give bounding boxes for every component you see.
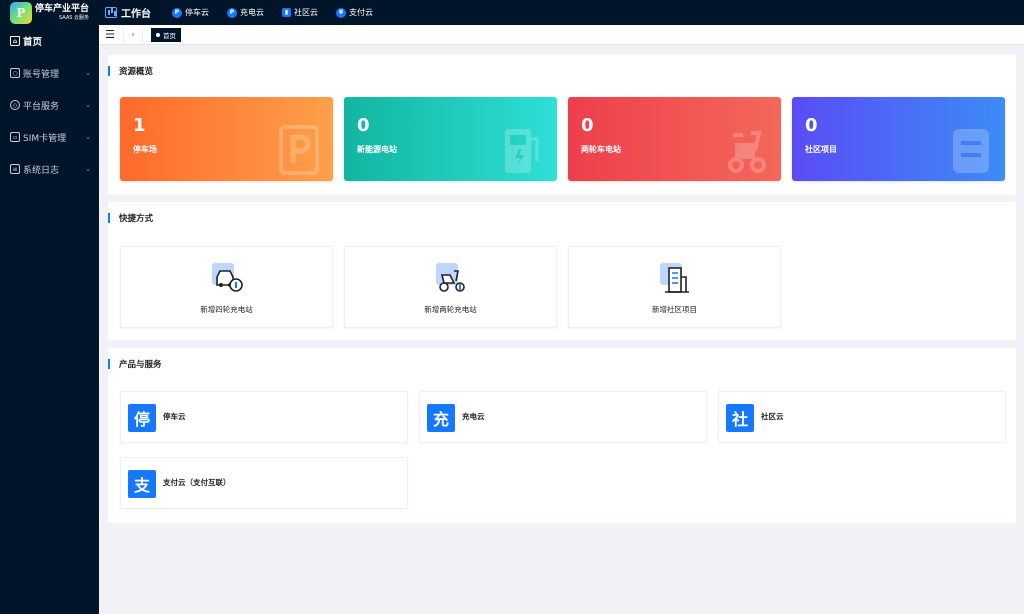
product-community-cloud[interactable]: 社 社区云: [718, 391, 1006, 443]
car-charging-icon: [212, 263, 243, 292]
stat-label: 新能源电站: [357, 145, 397, 154]
logo-text: 停车产业平台 SAAS 云服务: [35, 3, 90, 21]
community-building-icon: [953, 129, 989, 173]
product-label: 停车云: [163, 412, 186, 421]
payment-icon: ¥: [336, 7, 346, 18]
topnav-label: 社区云: [294, 8, 318, 17]
shortcut-label: 新增两轮充电站: [424, 305, 477, 314]
dashboard-icon: [105, 7, 117, 18]
shortcut-add-community[interactable]: 新增社区项目: [568, 246, 781, 328]
sidebar-item-label: 账号管理: [23, 69, 60, 80]
chevron-down-icon: ⌄: [85, 165, 91, 173]
topnav-label: 充电云: [240, 8, 264, 17]
sidebar-item-label: 平台服务: [23, 101, 60, 112]
shortcut-label: 新增四轮充电站: [200, 305, 253, 314]
sidebar-item-label: 系统日志: [23, 165, 60, 176]
building-icon: [660, 263, 689, 293]
account-icon: ○: [10, 68, 20, 78]
stat-value: 1: [133, 115, 146, 136]
panel-title: 产品与服务: [108, 359, 162, 370]
product-parking-cloud[interactable]: 停 停车云: [120, 391, 408, 443]
resource-overview-panel: 资源概览 1 停车场 0 新能源电站 0 两轮车电站 0 社区项目: [108, 55, 1016, 195]
parking-icon: P: [172, 7, 182, 18]
stat-value: 0: [805, 115, 818, 136]
home-icon: ⌂: [10, 36, 20, 46]
products-panel: 产品与服务 停 停车云 充 充电云 社 社区云 支 支付云（支付互联）: [108, 348, 1016, 523]
product-label: 社区云: [761, 412, 784, 421]
app-logo[interactable]: P 停车产业平台 SAAS 云服务: [0, 0, 99, 25]
stat-card-community[interactable]: 0 社区项目: [792, 97, 1005, 181]
sidebar-item-label: 首页: [23, 37, 43, 48]
stat-label: 社区项目: [805, 145, 837, 154]
app-subtitle: SAAS 云服务: [59, 14, 90, 21]
topnav-item-charging[interactable]: P 充电云: [218, 0, 273, 25]
product-badge-icon: 支: [128, 470, 156, 498]
sidebar-item-log[interactable]: ≡ 系统日志 ⌄: [0, 153, 99, 185]
product-badge-icon: 停: [128, 404, 156, 432]
community-icon: ▮: [282, 8, 291, 17]
tab-label: 首页: [163, 31, 176, 40]
product-payment-cloud[interactable]: 支 支付云（支付互联）: [120, 457, 408, 509]
charging-station-icon: [505, 129, 539, 173]
stat-label: 停车场: [133, 145, 157, 154]
panel-title: 资源概览: [108, 66, 153, 77]
chevron-down-icon: ⌄: [85, 133, 91, 141]
sidebar-item-sim[interactable]: ▫ SIM卡管理 ⌄: [0, 121, 99, 153]
topnav-label: 停车云: [185, 8, 209, 17]
chevron-down-icon: ⌄: [85, 69, 91, 77]
sidebar-item-label: SIM卡管理: [23, 133, 67, 144]
top-bar: P 停车产业平台 SAAS 云服务 工作台 P 停车云 P 充电云 ▮ 社区云 …: [0, 0, 1024, 25]
stat-card-ev-station[interactable]: 0 新能源电站: [344, 97, 557, 181]
sidebar: ⌂ 首页 ○ 账号管理 ⌄ ◇ 平台服务 ⌄ ▫ SIM卡管理 ⌄ ≡ 系统日志…: [0, 25, 99, 614]
product-charging-cloud[interactable]: 充 充电云: [419, 391, 707, 443]
chevron-down-icon: ⌄: [85, 101, 91, 109]
back-arrow-icon[interactable]: ‹: [123, 25, 143, 44]
shortcut-label: 新增社区项目: [652, 305, 697, 314]
shortcuts-panel: 快捷方式 新增四轮充电站 新增两轮充电站 新增社区项目: [108, 202, 1016, 340]
sidebar-item-account[interactable]: ○ 账号管理 ⌄: [0, 57, 99, 89]
tab-home[interactable]: 首页: [151, 27, 181, 42]
stat-value: 0: [357, 115, 370, 136]
charging-icon: P: [227, 7, 237, 18]
stat-value: 0: [581, 115, 594, 136]
topnav-item-workbench[interactable]: 工作台: [99, 0, 163, 25]
log-icon: ≡: [10, 164, 20, 174]
product-badge-icon: 充: [427, 404, 455, 432]
stat-card-parking[interactable]: 1 停车场: [120, 97, 333, 181]
scooter-icon: [728, 131, 766, 173]
product-badge-icon: 社: [726, 404, 754, 432]
topnav-item-parking[interactable]: P 停车云: [163, 0, 218, 25]
sidebar-item-service[interactable]: ◇ 平台服务 ⌄: [0, 89, 99, 121]
tab-strip: ☰ ‹ 首页: [99, 25, 1024, 45]
stat-card-ebike-station[interactable]: 0 两轮车电站: [568, 97, 781, 181]
topnav-label: 工作台: [121, 9, 151, 20]
topnav-item-payment[interactable]: ¥ 支付云: [327, 0, 382, 25]
parking-lot-icon: [279, 125, 319, 175]
active-dot-icon: [156, 32, 160, 37]
topnav-item-community[interactable]: ▮ 社区云: [273, 0, 327, 25]
sidebar-item-home[interactable]: ⌂ 首页: [0, 25, 99, 57]
top-nav: 工作台 P 停车云 P 充电云 ▮ 社区云 ¥ 支付云: [99, 0, 382, 25]
service-icon: ◇: [10, 100, 20, 110]
topnav-label: 支付云: [349, 8, 373, 17]
panel-title: 快捷方式: [108, 213, 153, 224]
app-title: 停车产业平台: [35, 3, 90, 14]
menu-toggle-icon[interactable]: ☰: [99, 25, 121, 45]
shortcut-add-car-station[interactable]: 新增四轮充电站: [120, 246, 333, 328]
sim-card-icon: ▫: [10, 132, 20, 142]
logo-mark-icon: P: [10, 1, 32, 24]
product-label: 支付云（支付互联）: [163, 478, 231, 487]
stat-label: 两轮车电站: [581, 145, 621, 154]
scooter-charging-icon: [436, 263, 465, 292]
product-label: 充电云: [462, 412, 485, 421]
shortcut-add-scooter-station[interactable]: 新增两轮充电站: [344, 246, 557, 328]
